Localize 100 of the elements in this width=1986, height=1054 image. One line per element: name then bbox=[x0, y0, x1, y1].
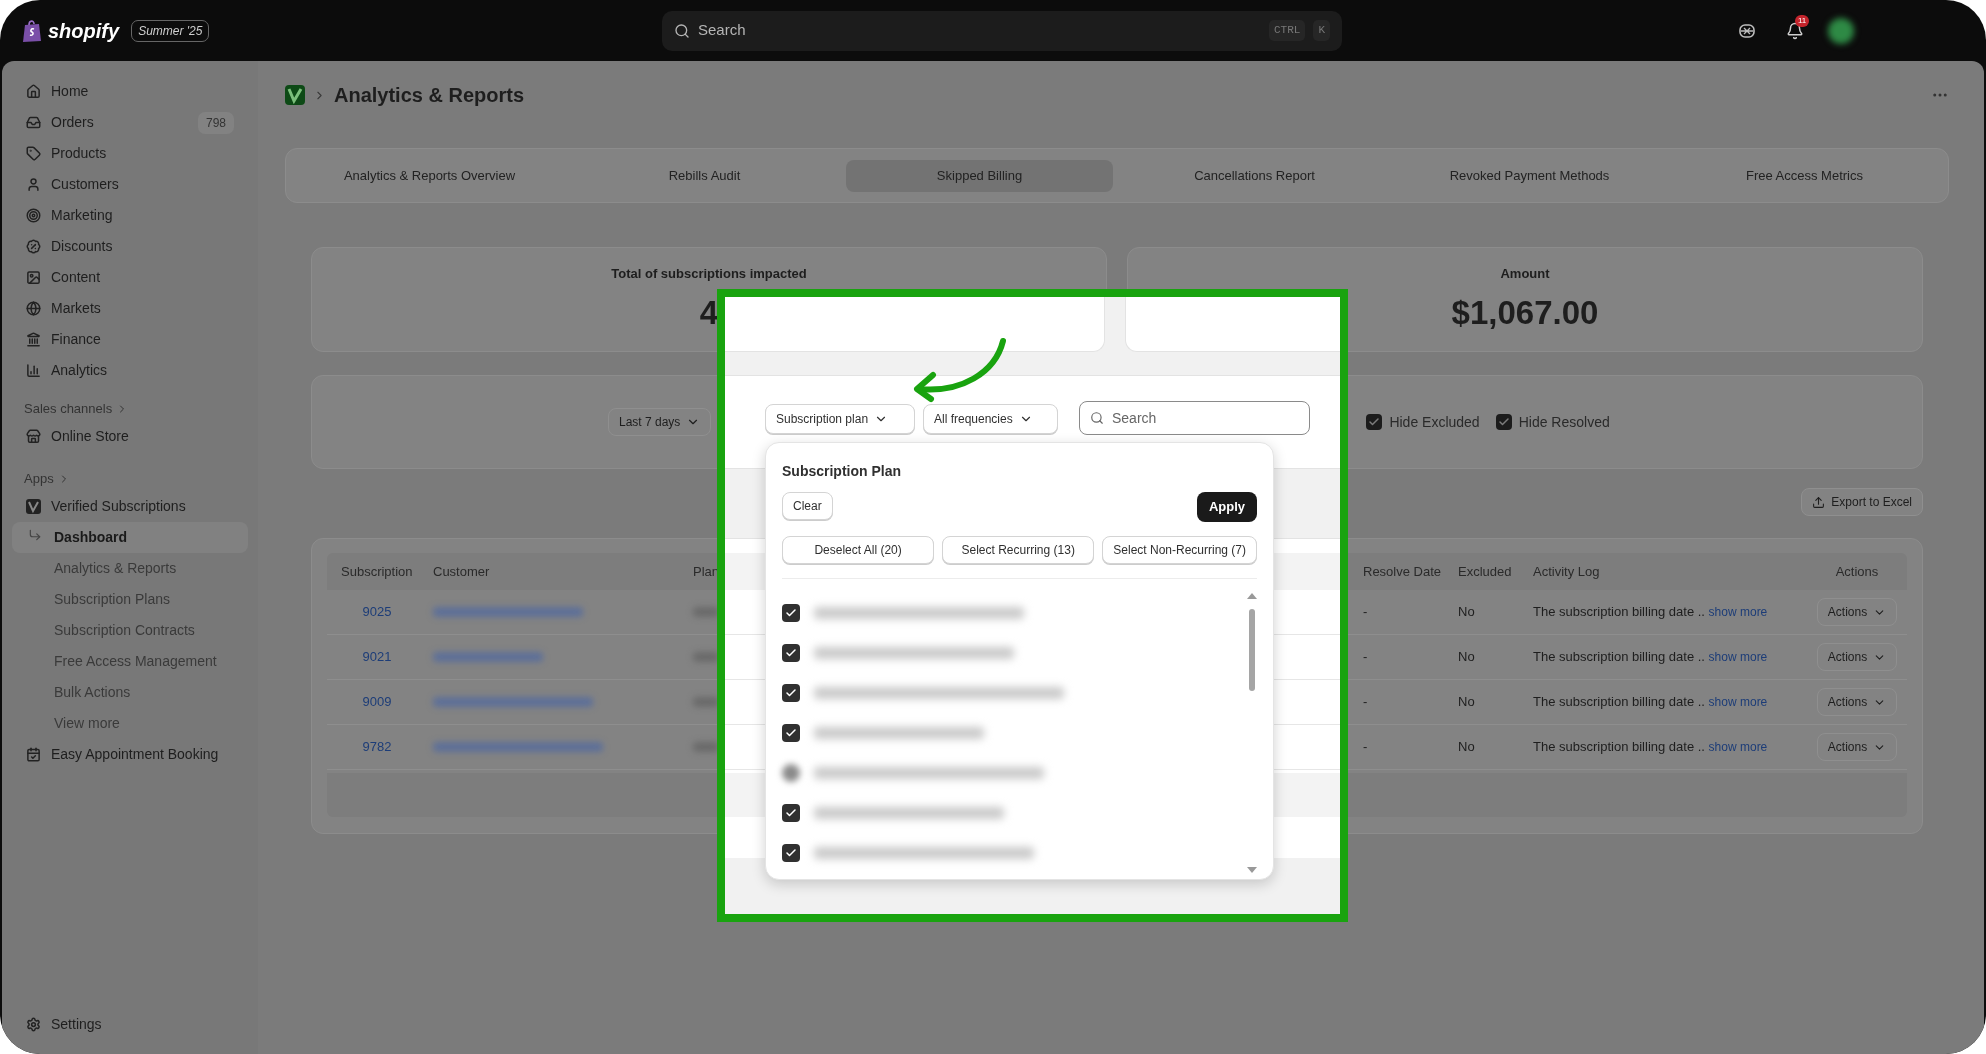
checkbox[interactable] bbox=[782, 644, 800, 662]
actions-dropdown[interactable]: Actions bbox=[1816, 598, 1898, 626]
export-button[interactable]: Export to Excel bbox=[1801, 488, 1923, 516]
show-more-link[interactable]: show more bbox=[1708, 650, 1768, 665]
sidebar-subitem[interactable]: Dashboard bbox=[12, 522, 248, 553]
nav-icon bbox=[26, 115, 41, 130]
check-icon bbox=[785, 607, 797, 619]
notifications-icon[interactable] bbox=[1786, 21, 1804, 40]
blurred-text bbox=[693, 607, 719, 617]
section-heading[interactable]: Sales channels bbox=[2, 396, 258, 421]
scroll-thumb[interactable] bbox=[1249, 609, 1255, 691]
upload-icon bbox=[1812, 495, 1826, 509]
show-more-link[interactable]: show more bbox=[1708, 695, 1768, 710]
frequency-dropdown[interactable]: All frequencies bbox=[923, 404, 1058, 434]
toggle-label: Hide Excluded bbox=[1389, 412, 1480, 432]
show-more-link[interactable]: show more bbox=[1708, 605, 1768, 620]
sidebar-item[interactable]: Products bbox=[2, 138, 258, 169]
tab[interactable]: Rebills Audit bbox=[571, 159, 838, 192]
search-icon bbox=[1090, 411, 1104, 425]
period-dropdown[interactable]: Last 7 days bbox=[608, 408, 712, 436]
quick-select-button[interactable]: Select Non-Recurring (7) bbox=[1102, 536, 1257, 564]
table-cell-text: - bbox=[1362, 603, 1369, 622]
tab[interactable]: Skipped Billing bbox=[846, 159, 1113, 192]
tab[interactable]: Cancellations Report bbox=[1121, 159, 1388, 192]
sidebar-subitem[interactable]: Analytics & Reports bbox=[12, 553, 248, 584]
checkbox[interactable] bbox=[782, 844, 800, 862]
table-cell-text: - bbox=[1362, 648, 1369, 667]
sidebar-subitem[interactable]: Subscription Contracts bbox=[12, 615, 248, 646]
actions-dropdown[interactable]: Actions bbox=[1816, 643, 1898, 671]
branch-icon bbox=[28, 528, 42, 542]
check-icon bbox=[785, 647, 797, 659]
sidebar-subitem[interactable]: Free Access Management bbox=[12, 646, 248, 677]
checkbox[interactable] bbox=[1366, 414, 1383, 430]
subscription-link[interactable]: 9782 bbox=[327, 737, 427, 757]
search-field[interactable]: Search bbox=[1079, 401, 1310, 435]
nav-icon bbox=[26, 332, 41, 347]
activity-text: The subscription billing date .. show more bbox=[1532, 693, 1769, 712]
column-header: Customer bbox=[432, 562, 491, 581]
table-cell-text: No bbox=[1457, 738, 1476, 757]
sidebar-item[interactable]: Easy Appointment Booking bbox=[2, 739, 258, 770]
blurred-text bbox=[693, 742, 719, 752]
sidebar-subitem[interactable]: View more bbox=[12, 708, 248, 739]
sidebar-item[interactable]: Verified Subscriptions bbox=[2, 491, 258, 522]
nav-icon bbox=[26, 270, 41, 285]
sidebar-subitem[interactable]: Subscription Plans bbox=[12, 584, 248, 615]
nav-icon bbox=[26, 363, 41, 378]
actions-dropdown[interactable]: Actions bbox=[1816, 688, 1898, 716]
metric-value: 4 bbox=[699, 292, 719, 333]
checkbox[interactable] bbox=[782, 804, 800, 822]
check-icon bbox=[785, 847, 797, 859]
checkbox[interactable] bbox=[782, 604, 800, 622]
sidebar-item[interactable]: Discounts bbox=[2, 231, 258, 262]
nav-icon bbox=[26, 429, 41, 444]
tab[interactable]: Revoked Payment Methods bbox=[1396, 159, 1663, 192]
sidebar-item[interactable]: Orders 798 bbox=[2, 107, 258, 138]
sidebar-item[interactable]: Content bbox=[2, 262, 258, 293]
clear-button[interactable]: Clear bbox=[782, 492, 833, 520]
blurred-checkbox[interactable] bbox=[782, 764, 800, 782]
sidebar-item[interactable]: Finance bbox=[2, 324, 258, 355]
section-heading[interactable]: Apps bbox=[2, 466, 258, 491]
sidebar-item[interactable]: Home bbox=[2, 76, 258, 107]
table-cell-text: No bbox=[1457, 648, 1476, 667]
table-cell-text: - bbox=[1362, 693, 1369, 712]
column-header: Excluded bbox=[1457, 562, 1513, 581]
show-more-link[interactable]: show more bbox=[1708, 740, 1768, 755]
check-icon bbox=[785, 807, 797, 819]
metric-label: Total of subscriptions impacted bbox=[611, 265, 807, 283]
tab[interactable]: Analytics & Reports Overview bbox=[296, 159, 563, 192]
metric-label: Amount bbox=[1500, 265, 1550, 283]
quick-select-button[interactable]: Deselect All (20) bbox=[782, 536, 935, 564]
subscription-link[interactable]: 9009 bbox=[327, 692, 427, 712]
sidebar-item[interactable]: Online Store bbox=[2, 421, 258, 452]
checkbox[interactable] bbox=[782, 724, 800, 742]
brand-name: shopify bbox=[48, 18, 120, 44]
tab[interactable]: Free Access Metrics bbox=[1671, 159, 1938, 192]
search-field[interactable]: Search CTRL K bbox=[662, 10, 1342, 51]
column-header: Resolve Date bbox=[1362, 562, 1443, 581]
quick-select-button[interactable]: Select Recurring (13) bbox=[942, 536, 1095, 564]
count-badge: 798 bbox=[197, 111, 234, 134]
popover-title: Subscription Plan bbox=[782, 462, 902, 481]
plan-dropdown[interactable]: Subscription plan bbox=[765, 404, 915, 434]
apply-button[interactable]: Apply bbox=[1196, 492, 1257, 522]
nav-icon bbox=[26, 208, 41, 223]
subscription-link[interactable]: 9025 bbox=[327, 602, 427, 622]
actions-dropdown[interactable]: Actions bbox=[1816, 733, 1898, 761]
subscription-link[interactable]: 9021 bbox=[327, 647, 427, 667]
shortcut-key: CTRL bbox=[1269, 20, 1306, 41]
sidebar-subitem[interactable]: Bulk Actions bbox=[12, 677, 248, 708]
shortcut-key: K bbox=[1313, 20, 1330, 41]
activity-text: The subscription billing date .. show more bbox=[1532, 738, 1769, 757]
sidebar-item[interactable]: Analytics bbox=[2, 355, 258, 386]
avatar[interactable] bbox=[1828, 17, 1854, 44]
sidebar-item[interactable]: Settings bbox=[2, 1009, 258, 1040]
sidebar-item[interactable]: Markets bbox=[2, 293, 258, 324]
sidebar-item[interactable]: Customers bbox=[2, 169, 258, 200]
nav-icon bbox=[26, 301, 41, 316]
checkbox[interactable] bbox=[782, 684, 800, 702]
sidebar-item[interactable]: Marketing bbox=[2, 200, 258, 231]
checkbox[interactable] bbox=[1495, 414, 1512, 430]
nav-icon bbox=[26, 146, 41, 161]
